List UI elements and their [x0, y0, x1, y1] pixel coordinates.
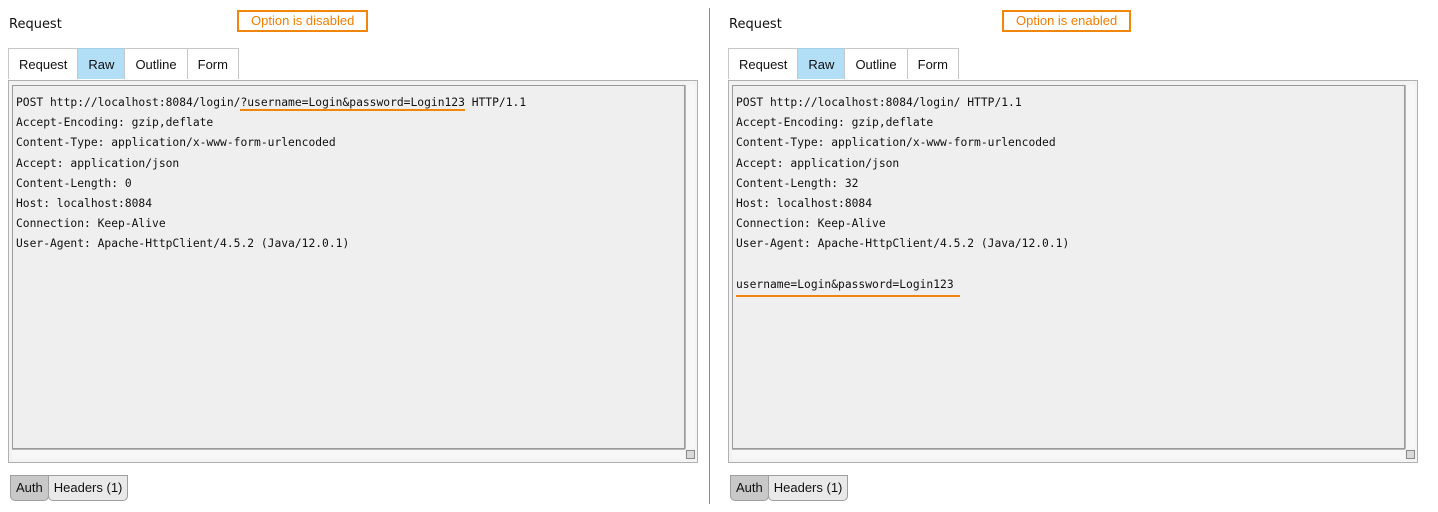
tab-auth[interactable]: Auth [730, 475, 769, 501]
tab-request[interactable]: Request [8, 48, 79, 79]
request-line-url: POST http://localhost:8084/login/ [16, 96, 241, 109]
tab-headers[interactable]: Headers (1) [767, 475, 849, 501]
header-line: Accept: application/json [736, 156, 900, 170]
view-tabs: Request Raw Outline Form [8, 48, 239, 80]
header-line: Content-Type: application/x-www-form-url… [736, 136, 1056, 150]
tab-outline[interactable]: Outline [844, 48, 908, 79]
body-highlight: username=Login&password=Login123 [736, 275, 960, 297]
request-panel-disabled: Request Option is disabled Request Raw O… [0, 0, 708, 512]
header-line: Connection: Keep-Alive [16, 217, 166, 231]
header-line: Content-Length: 0 [16, 176, 132, 190]
panel-title: Request [9, 17, 62, 32]
header-line: Connection: Keep-Alive [736, 217, 886, 231]
tab-outline[interactable]: Outline [124, 48, 188, 79]
resize-grip-icon[interactable] [686, 450, 695, 459]
header-line: Accept: application/json [16, 156, 180, 170]
panel-divider [709, 8, 710, 504]
query-string-highlight: ?username=Login&password=Login123 [240, 96, 465, 111]
raw-editor: POST http://localhost:8084/login/ HTTP/1… [728, 80, 1418, 463]
tab-auth[interactable]: Auth [10, 475, 49, 501]
request-line: POST http://localhost:8084/login/?userna… [16, 93, 684, 113]
header-line: Content-Length: 32 [736, 176, 859, 190]
tab-form[interactable]: Form [186, 48, 239, 79]
header-line: Host: localhost:8084 [736, 196, 873, 210]
header-line: Host: localhost:8084 [16, 196, 153, 210]
bottom-tabs: Auth Headers (1) [10, 475, 129, 501]
request-line: POST http://localhost:8084/login/ HTTP/1… [736, 96, 1022, 109]
tab-raw[interactable]: Raw [77, 48, 126, 79]
header-line: Accept-Encoding: gzip,deflate [16, 116, 214, 130]
header-line: User-Agent: Apache-HttpClient/4.5.2 (Jav… [16, 237, 350, 251]
raw-request-text[interactable]: POST http://localhost:8084/login/ HTTP/1… [732, 85, 1405, 449]
vertical-scrollbar[interactable] [1405, 85, 1415, 449]
annotation-label: Option is disabled [237, 10, 369, 32]
raw-request-text[interactable]: POST http://localhost:8084/login/?userna… [12, 85, 685, 449]
tab-headers[interactable]: Headers (1) [47, 475, 129, 501]
request-panel-enabled: Request Option is enabled Request Raw Ou… [720, 0, 1426, 512]
raw-editor: POST http://localhost:8084/login/?userna… [8, 80, 698, 463]
header-line: Content-Type: application/x-www-form-url… [16, 136, 336, 150]
resize-grip-icon[interactable] [1406, 450, 1415, 459]
horizontal-scrollbar[interactable] [12, 449, 685, 459]
body-line: username=Login&password=Login123 [736, 275, 1404, 297]
tab-form[interactable]: Form [906, 48, 959, 79]
panel-title: Request [729, 17, 782, 32]
request-line-version: HTTP/1.1 [464, 96, 527, 109]
bottom-tabs: Auth Headers (1) [730, 475, 849, 501]
view-tabs: Request Raw Outline Form [728, 48, 959, 80]
horizontal-scrollbar[interactable] [732, 449, 1405, 459]
header-line: User-Agent: Apache-HttpClient/4.5.2 (Jav… [736, 237, 1070, 251]
tab-raw[interactable]: Raw [797, 48, 846, 79]
header-line: Accept-Encoding: gzip,deflate [736, 116, 934, 130]
tab-request[interactable]: Request [728, 48, 799, 79]
vertical-scrollbar[interactable] [685, 85, 695, 449]
annotation-label: Option is enabled [1002, 10, 1132, 32]
